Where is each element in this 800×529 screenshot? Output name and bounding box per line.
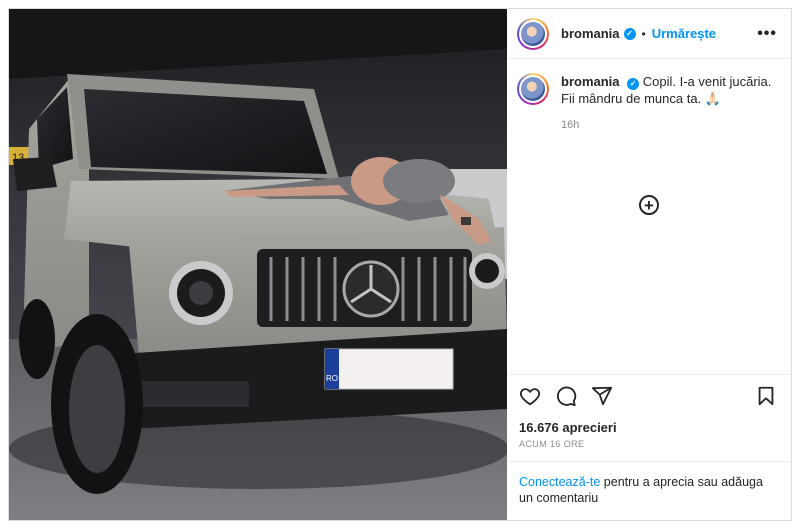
more-options-icon[interactable]: ••• — [757, 25, 777, 43]
car-photo: 13 RO — [9, 9, 507, 520]
username-link[interactable]: bromania — [561, 26, 620, 41]
caption-username-link[interactable]: bromania — [561, 74, 620, 89]
avatar-image — [519, 19, 547, 48]
caption-avatar-image — [519, 75, 547, 103]
verified-badge-icon: ✓ — [623, 27, 636, 40]
avatar[interactable] — [517, 17, 549, 50]
caption-time[interactable]: 16h — [561, 117, 777, 134]
post-container: 13 RO bromania ✓ • Urmărește ••• bromani… — [8, 8, 792, 521]
caption-row: bromania ✓ Copil. I-a venit jucăria. Fii… — [517, 73, 777, 134]
comments-section: bromania ✓ Copil. I-a venit jucăria. Fii… — [507, 59, 791, 374]
paper-plane-icon[interactable] — [591, 385, 613, 407]
post-image[interactable]: 13 RO — [9, 9, 507, 520]
separator-dot: • — [641, 26, 646, 41]
login-prompt: Conectează-te pentru a aprecia sau adăug… — [507, 461, 791, 520]
post-date[interactable]: ACUM 16 ORE — [507, 435, 791, 461]
post-sidebar: bromania ✓ • Urmărește ••• bromania ✓ Co… — [507, 9, 791, 520]
post-header: bromania ✓ • Urmărește ••• — [507, 9, 791, 59]
caption-body: bromania ✓ Copil. I-a venit jucăria. Fii… — [561, 73, 777, 134]
login-link[interactable]: Conectează-te — [519, 475, 600, 489]
action-bar — [507, 374, 791, 416]
load-more-comments-icon[interactable]: + — [639, 195, 659, 215]
comment-icon[interactable] — [555, 385, 577, 407]
follow-button[interactable]: Urmărește — [652, 26, 716, 41]
plate-country: RO — [326, 374, 338, 383]
caption-verified-badge-icon: ✓ — [627, 77, 640, 90]
caption-avatar[interactable] — [517, 73, 549, 105]
likes-count[interactable]: 16.676 aprecieri — [507, 416, 791, 435]
bookmark-icon[interactable] — [755, 385, 777, 407]
heart-icon[interactable] — [519, 385, 541, 407]
